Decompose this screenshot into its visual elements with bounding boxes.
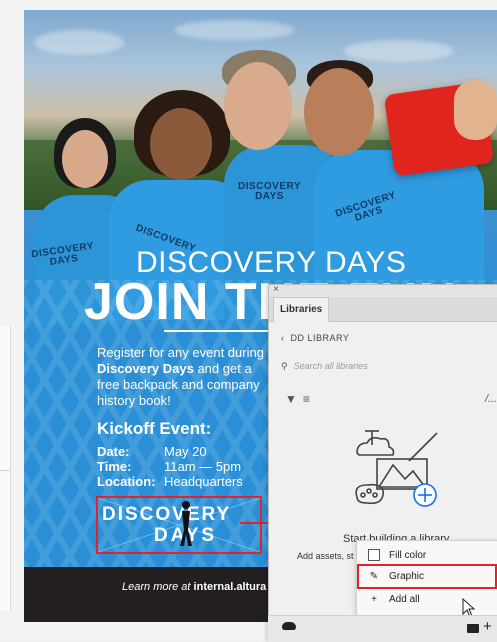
register-paragraph: Register for any event during Discovery …: [97, 345, 272, 409]
filter-icon[interactable]: ▼: [285, 392, 297, 406]
detail-key: Location:: [97, 474, 156, 489]
filter-bar: ▼ ≡: [285, 392, 316, 406]
shirt-logo: DISCOVERY DAYS: [238, 182, 301, 202]
library-search[interactable]: ⚲ Search all libraries: [281, 361, 368, 372]
graphic-highlight-box: [357, 564, 497, 589]
library-illustration-icon: [355, 430, 438, 507]
register-line: Discovery Days and get a: [97, 361, 272, 377]
detail-row: Date: May 20: [97, 444, 243, 459]
detail-value: Headquarters: [164, 474, 243, 489]
detail-key: Date:: [97, 444, 130, 459]
checkbox-icon: [368, 549, 380, 561]
register-line: Register for any event during: [97, 345, 264, 360]
footer-text: Learn more at internal.altura: [122, 581, 266, 593]
register-line: history book!: [97, 393, 171, 408]
left-artboard-edge: [0, 326, 11, 611]
menu-item-label: Add all: [389, 594, 420, 605]
kickoff-title: Kickoff Event:: [97, 419, 212, 438]
empty-state-desc: Add assets, st: [297, 551, 354, 561]
hand: [454, 80, 497, 140]
event-details: Date: May 20 Time: 11am — 5pm Location: Hea…: [97, 444, 243, 489]
add-plus-icon[interactable]: +: [483, 618, 492, 635]
footer-prefix: Learn more at: [122, 581, 194, 593]
divider: [0, 470, 10, 471]
register-line: free backpack and company: [97, 377, 260, 392]
plus-icon: +: [371, 594, 377, 605]
close-icon[interactable]: ×: [273, 284, 279, 295]
logo-text-line1: DISCOVERY: [102, 504, 232, 525]
sort-icon[interactable]: ≡: [303, 392, 310, 406]
panel-title-bar[interactable]: [269, 285, 497, 297]
footer-url: internal.altura: [193, 581, 267, 593]
panel-footer: +: [268, 615, 497, 642]
selected-logo-graphic[interactable]: DISCOVERY DAYS: [96, 496, 262, 554]
event-name: Discovery Days: [97, 361, 194, 376]
detail-key: Time:: [97, 459, 132, 474]
register-text: and get a: [193, 361, 252, 376]
logo-figure-icon: [180, 501, 192, 546]
menu-item-add-all[interactable]: + Add all: [357, 589, 497, 611]
detail-row: Time: 11am — 5pm: [97, 459, 243, 474]
library-back-button[interactable]: ‹ DD LIBRARY: [281, 333, 349, 343]
panel-tab-strip: Libraries: [269, 297, 497, 322]
folder-icon[interactable]: [467, 624, 479, 633]
chevron-left-icon: ‹: [281, 333, 285, 343]
view-menu-icon[interactable]: /...: [485, 393, 497, 405]
detail-value: May 20: [164, 444, 207, 459]
library-name: DD LIBRARY: [290, 333, 350, 343]
shirt-logo-text: DAYS: [255, 191, 284, 202]
detail-value: 11am — 5pm: [164, 459, 242, 474]
tab-libraries[interactable]: Libraries: [273, 297, 330, 322]
cloud-icon[interactable]: [282, 622, 296, 630]
search-placeholder: Search all libraries: [293, 361, 368, 371]
search-icon: ⚲: [281, 361, 288, 371]
detail-row: Location: Headquarters: [97, 474, 243, 489]
